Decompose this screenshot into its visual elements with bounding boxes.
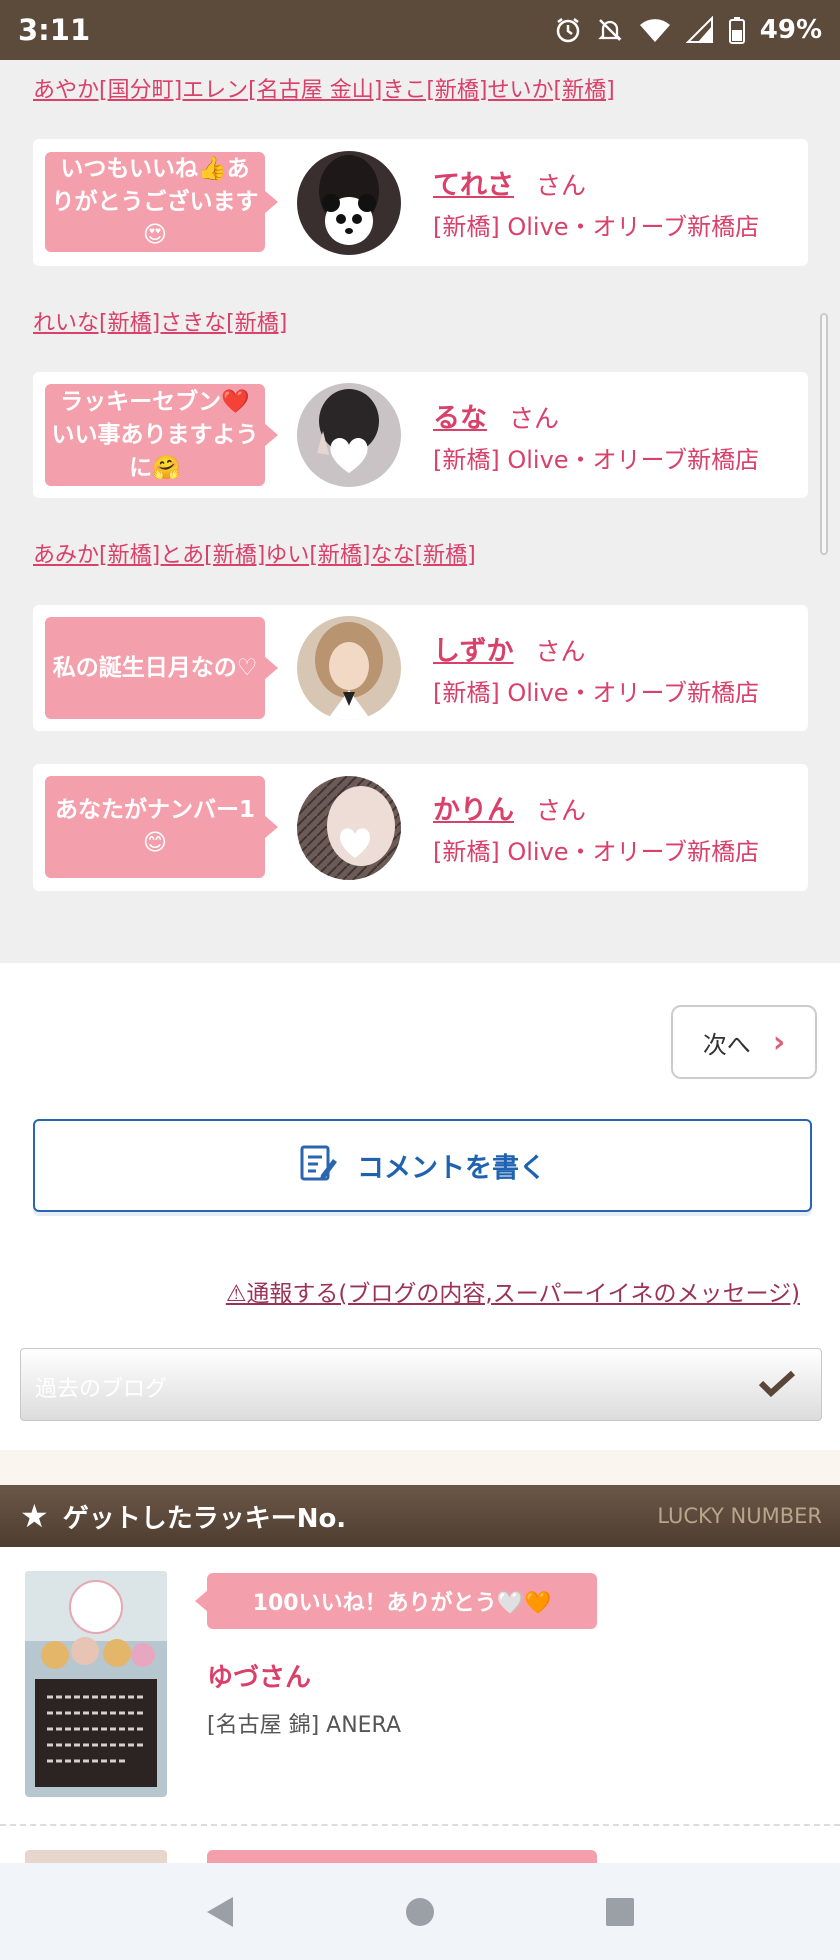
past-blog-select[interactable]: 過去のブログ [20,1348,822,1421]
sender-name[interactable]: るな [433,396,487,435]
honorific: さん [509,404,560,433]
shop-name: [新橋] Olive・オリーブ新橋店 [433,446,760,474]
lucky-subtitle: LUCKY NUMBER [657,1504,822,1528]
iine-card: あなたがナンバー1😊 かりん さん [新橋] Olive・オリーブ新橋店 [33,764,808,891]
next-page-button[interactable]: 次へ › [671,1005,817,1079]
star-icon: ★ [20,1497,49,1535]
section-spacer [0,1450,840,1485]
avatar[interactable] [297,616,401,720]
honorific: さん [535,637,586,666]
message-bubble: 私の誕生日月なの♡ [45,617,278,719]
status-time: 3:11 [18,13,91,47]
lucky-shop-name: [名古屋 錦] ANERA [207,1713,402,1738]
honorific: さん [536,796,587,825]
lucky-title: ゲットしたラッキーNo. [62,1503,347,1534]
message-bubble: いつもいいね👍ありがとうございます😍 [45,152,278,252]
alarm-icon [554,16,582,44]
avatar[interactable] [297,383,401,487]
lucky-sender-name[interactable]: ゆづさん [207,1657,311,1694]
write-comment-button[interactable]: コメントを書く [33,1119,812,1212]
iine-card: ラッキーセブン❤️いい事ありますように🤗 るな さん [新橋] Olive・オリ… [33,372,808,498]
status-bar: 3:11 49% [0,0,840,60]
sender-links[interactable]: れいな[新橋]さきな[新橋] [33,305,287,337]
sender-name[interactable]: かりん [433,788,514,827]
lucky-number-list: 100いいね！ありがとう🤍🧡 ゆづさん [名古屋 錦] ANERA [0,1547,840,1870]
message-bubble: ラッキーセブン❤️いい事ありますように🤗 [45,384,278,486]
shop-name: [新橋] Olive・オリーブ新橋店 [433,838,760,866]
lucky-number-header: ★ ゲットしたラッキーNo. LUCKY NUMBER [0,1485,840,1547]
battery-level: 49% [759,15,822,45]
battery-icon [728,16,746,44]
honorific: さん [536,171,587,200]
shop-name: [新橋] Olive・オリーブ新橋店 [433,213,760,241]
recents-icon[interactable] [590,1882,650,1942]
lucky-message: 100いいね！ありがとう🤍🧡 [195,1573,597,1629]
message-bubble: あなたがナンバー1😊 [45,776,278,878]
home-icon[interactable] [390,1882,450,1942]
iine-card: 私の誕生日月なの♡ しずか さん [新橋] Olive・オリーブ新橋店 [33,605,808,731]
bell-off-icon [596,16,624,44]
iine-card: いつもいいね👍ありがとうございます😍 てれさ さん [新橋] Olive・オリー… [33,139,808,266]
divider [0,1824,840,1826]
checkmark-icon [757,1369,799,1405]
next-label: 次へ [702,1030,751,1059]
past-blog-label: 過去のブログ [35,1377,168,1402]
shop-name: [新橋] Olive・オリーブ新橋店 [433,679,760,707]
system-nav-bar [0,1863,840,1960]
sender-links[interactable]: あみか[新橋]とあ[新橋]ゆい[新橋]なな[新橋] [33,537,476,569]
back-icon[interactable] [190,1882,250,1942]
avatar[interactable] [297,776,401,880]
sender-name[interactable]: しずか [433,629,513,668]
avatar[interactable] [297,151,401,255]
edit-note-icon [299,1141,339,1190]
write-comment-label: コメントを書く [357,1153,546,1184]
lucky-thumbnail[interactable] [25,1571,167,1797]
scrollbar[interactable] [820,313,828,555]
report-link[interactable]: ⚠通報する(ブログの内容,スーパーイイネのメッセージ) [226,1274,800,1308]
sender-links[interactable]: あやか[国分町]エレン[名古屋 金山]きこ[新橋]せいか[新橋] [33,72,615,104]
chevron-right-icon: › [772,1024,786,1060]
sender-name[interactable]: てれさ [433,163,514,202]
signal-icon [685,16,714,44]
wifi-icon [638,16,672,44]
